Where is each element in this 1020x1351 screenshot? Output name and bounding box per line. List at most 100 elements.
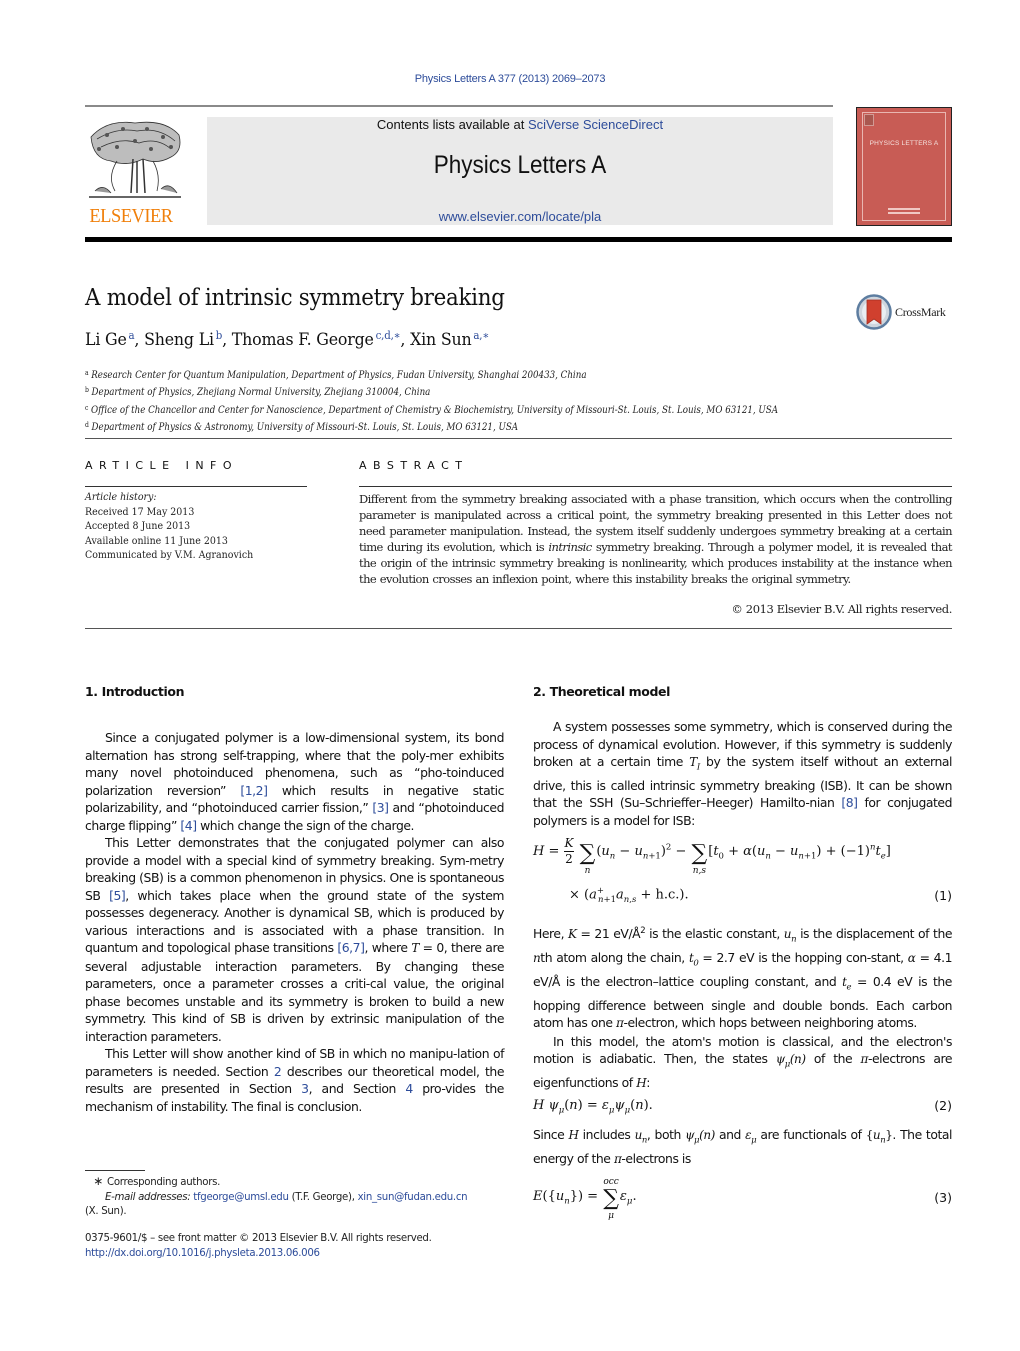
email-note: E-mail addresses: tfgeorge@umsl.edu (T.F…	[85, 1191, 505, 1206]
abstract-bottom-rule	[85, 628, 952, 629]
text-run: , both	[646, 1127, 686, 1142]
text-run: Since	[533, 1127, 569, 1142]
math-symbol: H	[636, 1076, 647, 1091]
text-run: Here,	[533, 926, 569, 942]
paragraph: This Letter will show another kind of SB…	[85, 1045, 504, 1115]
sciencedirect-link[interactable]: SciVerse ScienceDirect	[528, 117, 663, 132]
citation-link[interactable]: [6,7]	[337, 940, 365, 955]
journal-url-link[interactable]: www.elsevier.com/locate/pla	[207, 209, 833, 224]
equation-2: H ψμ(n) = εμψμ(n). (2)	[533, 1098, 952, 1118]
journal-name: Physics Letters A	[433, 151, 607, 179]
math-symbol: {un}	[865, 1128, 893, 1146]
affiliation-mark: d	[85, 420, 89, 429]
crossmark-button[interactable]: CrossMark	[856, 294, 956, 330]
text-run: and	[714, 1127, 746, 1142]
text-run: :	[646, 1075, 650, 1091]
doi-link[interactable]: http://dx.doi.org/10.1016/j.physleta.201…	[85, 1247, 432, 1262]
front-matter-text: 0375-9601/$ – see front matter © 2013 El…	[85, 1233, 432, 1244]
equation-2-body: H ψμ(n) = εμψμ(n).	[533, 1098, 653, 1116]
equation-1: H = K2 ∑ n (un − un+1)2 − ∑ n,s [t0 + α(un −…	[533, 836, 952, 906]
paragraph: In this model, the atom's motion is clas…	[533, 1033, 952, 1093]
email-owner: (T.F. George),	[288, 1191, 358, 1203]
author-name[interactable]: Xin Sun	[410, 330, 472, 350]
header-thick-rule	[85, 237, 952, 242]
elsevier-logo[interactable]: ELSEVIER	[85, 115, 185, 227]
article-info-rule	[85, 486, 307, 487]
header-rule	[85, 105, 833, 107]
text-run: = 0, there are several adjustable intera…	[85, 940, 504, 1044]
affiliation-text: Department of Physics & Astronomy, Unive…	[91, 421, 519, 433]
author-name[interactable]: Sheng Li	[144, 330, 214, 350]
journal-citation-link[interactable]: Physics Letters A 377 (2013) 2069–2073	[0, 73, 1020, 85]
author-name[interactable]: Li Ge	[85, 330, 127, 350]
theoretical-model-body: A system possesses some symmetry, which …	[533, 718, 952, 829]
equation-number[interactable]: (2)	[934, 1098, 952, 1113]
math-symbol: un	[783, 927, 797, 945]
math-symbol: ψμ(n)	[685, 1128, 715, 1146]
journal-cover-thumbnail[interactable]: PHYSICS LETTERS A	[856, 107, 952, 226]
email-owner: (X. Sun).	[85, 1206, 127, 1217]
affiliation-rule	[85, 438, 952, 439]
math-symbol: H	[568, 1128, 579, 1142]
text-run: , and Section	[308, 1081, 406, 1096]
article-info-heading: ARTICLE INFO	[85, 459, 239, 472]
text-run: th atom along the chain,	[540, 950, 689, 966]
citation-link[interactable]: [3]	[372, 800, 389, 815]
text-run: of the	[805, 1051, 861, 1067]
equation-3-body: E({un}) = ∑ occ μ εμ.	[533, 1177, 637, 1221]
author-name[interactable]: Thomas F. George	[232, 330, 374, 350]
math-symbol: t0	[688, 951, 699, 969]
paragraph: Since H includes un, both ψμ(n) and εμ a…	[533, 1126, 952, 1168]
text-run: which change the sign of the charge.	[196, 817, 415, 833]
communicated-by: Communicated by V.M. Agranovich	[85, 549, 254, 562]
cover-frame: PHYSICS LETTERS A	[862, 112, 946, 221]
text-run: -electrons is	[621, 1150, 691, 1166]
author-affiliation-mark[interactable]: a,∗	[473, 329, 489, 342]
section-link[interactable]: 3	[301, 1081, 309, 1096]
citation-link[interactable]: [1,2]	[240, 783, 268, 798]
accepted-date: Accepted 8 June 2013	[85, 520, 191, 533]
abstract-heading: ABSTRACT	[359, 459, 469, 472]
text-run: = 2.7 eV is the hopping con-stant,	[698, 950, 908, 966]
affiliation-item: d Department of Physics & Astronomy, Univ…	[85, 418, 778, 435]
citation-link[interactable]: [8]	[841, 795, 858, 810]
footnote-rule	[85, 1170, 145, 1171]
affiliation-mark: c	[85, 403, 89, 412]
citation-link[interactable]: [4]	[180, 818, 197, 833]
equation-3: E({un}) = ∑ occ μ εμ. (3)	[533, 1178, 952, 1228]
email-link[interactable]: xin_sun@fudan.edu.cn	[358, 1192, 468, 1203]
abstract-rule	[359, 486, 952, 487]
math-symbol: K	[568, 927, 577, 942]
footnote-text: Corresponding authors.	[107, 1177, 221, 1188]
affiliation-mark: b	[85, 386, 89, 395]
article-history: Article history: Received 17 May 2013 Ac…	[85, 490, 253, 563]
equation-number[interactable]: (3)	[934, 1190, 952, 1205]
received-date: Received 17 May 2013	[85, 505, 195, 518]
text-run: is the displacement of the	[796, 926, 953, 942]
citation-link[interactable]: [5]	[109, 888, 126, 903]
abstract-emphasis: intrinsic	[548, 540, 592, 554]
front-matter: 0375-9601/$ – see front matter © 2013 El…	[85, 1232, 432, 1261]
affiliation-item: b Department of Physics, Zhejiang Normal …	[85, 383, 778, 400]
elsevier-wordmark: ELSEVIER	[89, 205, 173, 227]
math-symbol: un	[634, 1128, 648, 1146]
author-affiliation-mark[interactable]: c,d,∗	[376, 329, 401, 342]
contents-prefix: Contents lists available at	[376, 117, 528, 132]
author-affiliation-mark[interactable]: a	[129, 329, 135, 342]
section-link[interactable]: 4	[405, 1081, 413, 1096]
author-affiliation-mark[interactable]: b	[216, 329, 223, 342]
affiliations: a Research Center for Quantum Manipulatio…	[85, 366, 778, 435]
equation-1-line-2: × (a+n+1an,s + h.c.).	[569, 886, 689, 905]
text-run: = 21 eV/Å	[576, 926, 641, 942]
crossmark-icon	[856, 294, 892, 330]
abstract-text: Different from the symmetry breaking ass…	[359, 491, 953, 587]
model-body-continued: Since H includes un, both ψμ(n) and εμ a…	[533, 1126, 952, 1168]
cover-editor-line	[887, 208, 921, 210]
corresponding-note: ∗ Corresponding authors.	[85, 1174, 505, 1191]
affiliation-mark: a	[85, 369, 89, 377]
affiliation-item: a Research Center for Quantum Manipulatio…	[85, 366, 778, 383]
equation-number[interactable]: (1)	[934, 888, 952, 903]
affiliation-item: c Office of the Chancellor and Center for…	[85, 401, 778, 418]
email-link[interactable]: tfgeorge@umsl.edu	[193, 1192, 289, 1203]
math-symbol: te	[842, 974, 852, 993]
